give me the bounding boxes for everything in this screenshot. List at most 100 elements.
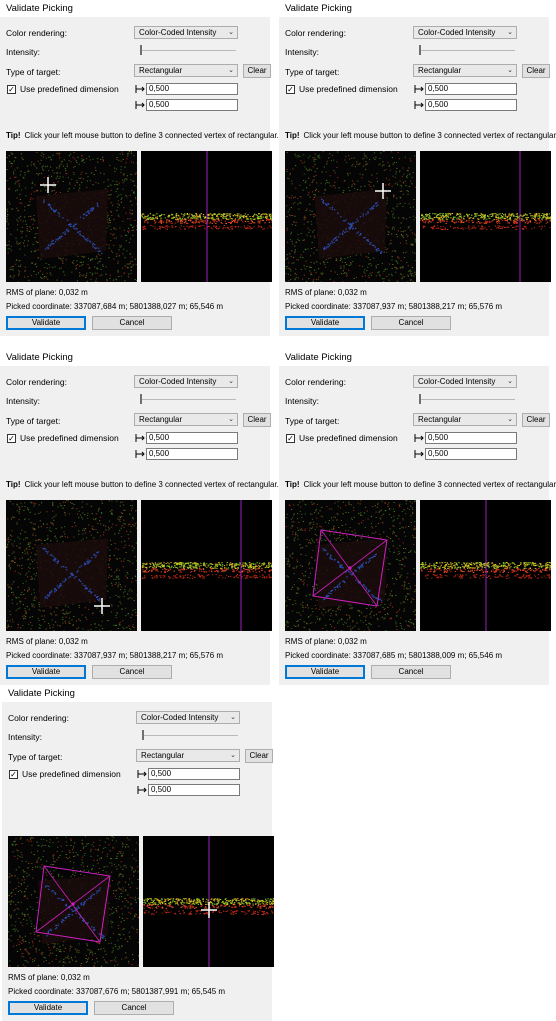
intensity-slider[interactable] <box>419 399 515 400</box>
tip-text: Tip! Click your left mouse button to defi… <box>6 480 279 489</box>
tip-message: Click your left mouse button to define 3… <box>303 131 556 140</box>
use-dimension-checkbox[interactable]: ✓ <box>7 434 16 443</box>
pointcloud-plan-view[interactable] <box>285 151 416 282</box>
height-dimension-icon <box>137 786 147 794</box>
pointcloud-profile-view[interactable] <box>143 836 274 967</box>
clear-button[interactable]: Clear <box>243 64 271 78</box>
target-type-dropdown[interactable]: Rectangular ⌄ <box>413 64 517 77</box>
chevron-down-icon: ⌄ <box>228 29 234 36</box>
use-dimension-label: Use predefined dimension <box>20 433 119 443</box>
validate-button[interactable]: Validate <box>285 316 365 330</box>
chevron-down-icon: ⌄ <box>228 416 234 423</box>
cancel-button[interactable]: Cancel <box>371 665 451 679</box>
color-rendering-dropdown[interactable]: Color-Coded Intensity ⌄ <box>134 26 238 39</box>
width-input[interactable]: 0,500 <box>425 83 517 95</box>
picked-coordinate-text: Picked coordinate: 337087,684 m; 5801388… <box>6 302 224 311</box>
pointcloud-plan-view[interactable] <box>6 151 137 282</box>
chevron-down-icon: ⌄ <box>228 67 234 74</box>
width-input[interactable]: 0,500 <box>146 432 238 444</box>
use-dimension-checkbox[interactable]: ✓ <box>9 770 18 779</box>
dialog-title: Validate Picking <box>0 349 276 366</box>
clear-button[interactable]: Clear <box>243 413 271 427</box>
clear-button[interactable]: Clear <box>522 64 550 78</box>
chevron-down-icon: ⌄ <box>228 378 234 385</box>
validate-button[interactable]: Validate <box>6 665 86 679</box>
target-type-label: Type of target: <box>285 416 340 426</box>
target-type-dropdown[interactable]: Rectangular ⌄ <box>134 64 238 77</box>
use-dimension-checkbox[interactable]: ✓ <box>7 85 16 94</box>
pointcloud-profile-view[interactable] <box>141 500 272 631</box>
color-rendering-dropdown[interactable]: Color-Coded Intensity ⌄ <box>413 375 517 388</box>
tip-message: Click your left mouse button to define 3… <box>303 480 556 489</box>
validate-button[interactable]: Validate <box>8 1001 88 1015</box>
color-rendering-dropdown[interactable]: Color-Coded Intensity ⌄ <box>413 26 517 39</box>
cancel-button[interactable]: Cancel <box>94 1001 174 1015</box>
pointcloud-plan-view[interactable] <box>285 500 416 631</box>
tip-text: Tip! Click your left mouse button to defi… <box>285 131 556 140</box>
cancel-button[interactable]: Cancel <box>371 316 451 330</box>
intensity-slider[interactable] <box>419 50 515 51</box>
intensity-slider[interactable] <box>142 735 238 736</box>
plan-view-canvas <box>6 500 137 631</box>
intensity-label: Intensity: <box>6 47 41 57</box>
cancel-button[interactable]: Cancel <box>92 316 172 330</box>
clear-button[interactable]: Clear <box>522 413 550 427</box>
rectangle-center-point <box>348 566 352 570</box>
height-input[interactable]: 0,500 <box>146 448 238 460</box>
intensity-slider[interactable] <box>140 50 236 51</box>
target-type-dropdown[interactable]: Rectangular ⌄ <box>413 413 517 426</box>
intensity-slider[interactable] <box>140 399 236 400</box>
intensity-slider-thumb[interactable] <box>142 730 144 740</box>
validate-picking-dialog: Validate Picking Color rendering: Color-… <box>279 349 556 685</box>
target-type-dropdown[interactable]: Rectangular ⌄ <box>136 749 240 762</box>
intensity-label: Intensity: <box>6 396 41 406</box>
pointcloud-profile-view[interactable] <box>420 151 551 282</box>
cancel-button[interactable]: Cancel <box>92 665 172 679</box>
height-input[interactable]: 0,500 <box>148 784 240 796</box>
width-input[interactable]: 0,500 <box>148 768 240 780</box>
picked-coordinate-text: Picked coordinate: 337087,676 m; 5801387… <box>8 987 226 996</box>
pointcloud-plan-view[interactable] <box>6 500 137 631</box>
use-dimension-label: Use predefined dimension <box>22 769 121 779</box>
tip-title: Tip! <box>6 480 21 489</box>
intensity-slider-thumb[interactable] <box>419 394 421 404</box>
intensity-label: Intensity: <box>285 47 320 57</box>
clear-button[interactable]: Clear <box>245 749 273 763</box>
width-input[interactable]: 0,500 <box>425 432 517 444</box>
validate-button[interactable]: Validate <box>6 316 86 330</box>
tip-message: Click your left mouse button to define 3… <box>24 480 279 489</box>
tip-text: Tip! Click your left mouse button to defi… <box>6 131 279 140</box>
target-type-label: Type of target: <box>6 67 61 77</box>
validate-button[interactable]: Validate <box>285 665 365 679</box>
use-dimension-checkbox[interactable]: ✓ <box>286 85 295 94</box>
target-type-dropdown[interactable]: Rectangular ⌄ <box>134 413 238 426</box>
intensity-slider-thumb[interactable] <box>140 394 142 404</box>
validate-picking-dialog: Validate Picking Color rendering: Color-… <box>0 0 279 336</box>
picked-coordinate-text: Picked coordinate: 337087,937 m; 5801388… <box>285 302 503 311</box>
height-input[interactable]: 0,500 <box>425 448 517 460</box>
target-type-label: Type of target: <box>8 752 63 762</box>
pointcloud-profile-view[interactable] <box>420 500 551 631</box>
width-input[interactable]: 0,500 <box>146 83 238 95</box>
pointcloud-profile-view[interactable] <box>141 151 272 282</box>
color-rendering-dropdown[interactable]: Color-Coded Intensity ⌄ <box>136 711 240 724</box>
dialog-title: Validate Picking <box>279 0 555 17</box>
use-dimension-checkbox[interactable]: ✓ <box>286 434 295 443</box>
intensity-slider-thumb[interactable] <box>419 45 421 55</box>
dropdown-value: Color-Coded Intensity <box>141 713 219 722</box>
validate-picking-dialog: Validate Picking Color rendering: Color-… <box>0 349 279 685</box>
height-input[interactable]: 0,500 <box>146 99 238 111</box>
dialog-title: Validate Picking <box>0 0 276 17</box>
profile-view-canvas <box>420 500 551 631</box>
rms-text: RMS of plane: 0,032 m <box>6 288 88 297</box>
color-rendering-dropdown[interactable]: Color-Coded Intensity ⌄ <box>134 375 238 388</box>
color-rendering-label: Color rendering: <box>285 28 346 38</box>
rms-text: RMS of plane: 0,032 m <box>6 637 88 646</box>
pointcloud-plan-view[interactable] <box>8 836 139 967</box>
validate-picking-dialog: Validate Picking Color rendering: Color-… <box>279 0 556 336</box>
height-input[interactable]: 0,500 <box>425 99 517 111</box>
dropdown-value: Rectangular <box>141 751 185 760</box>
tip-message: Click your left mouse button to define 3… <box>24 131 279 140</box>
plan-view-canvas <box>285 151 416 282</box>
intensity-slider-thumb[interactable] <box>140 45 142 55</box>
